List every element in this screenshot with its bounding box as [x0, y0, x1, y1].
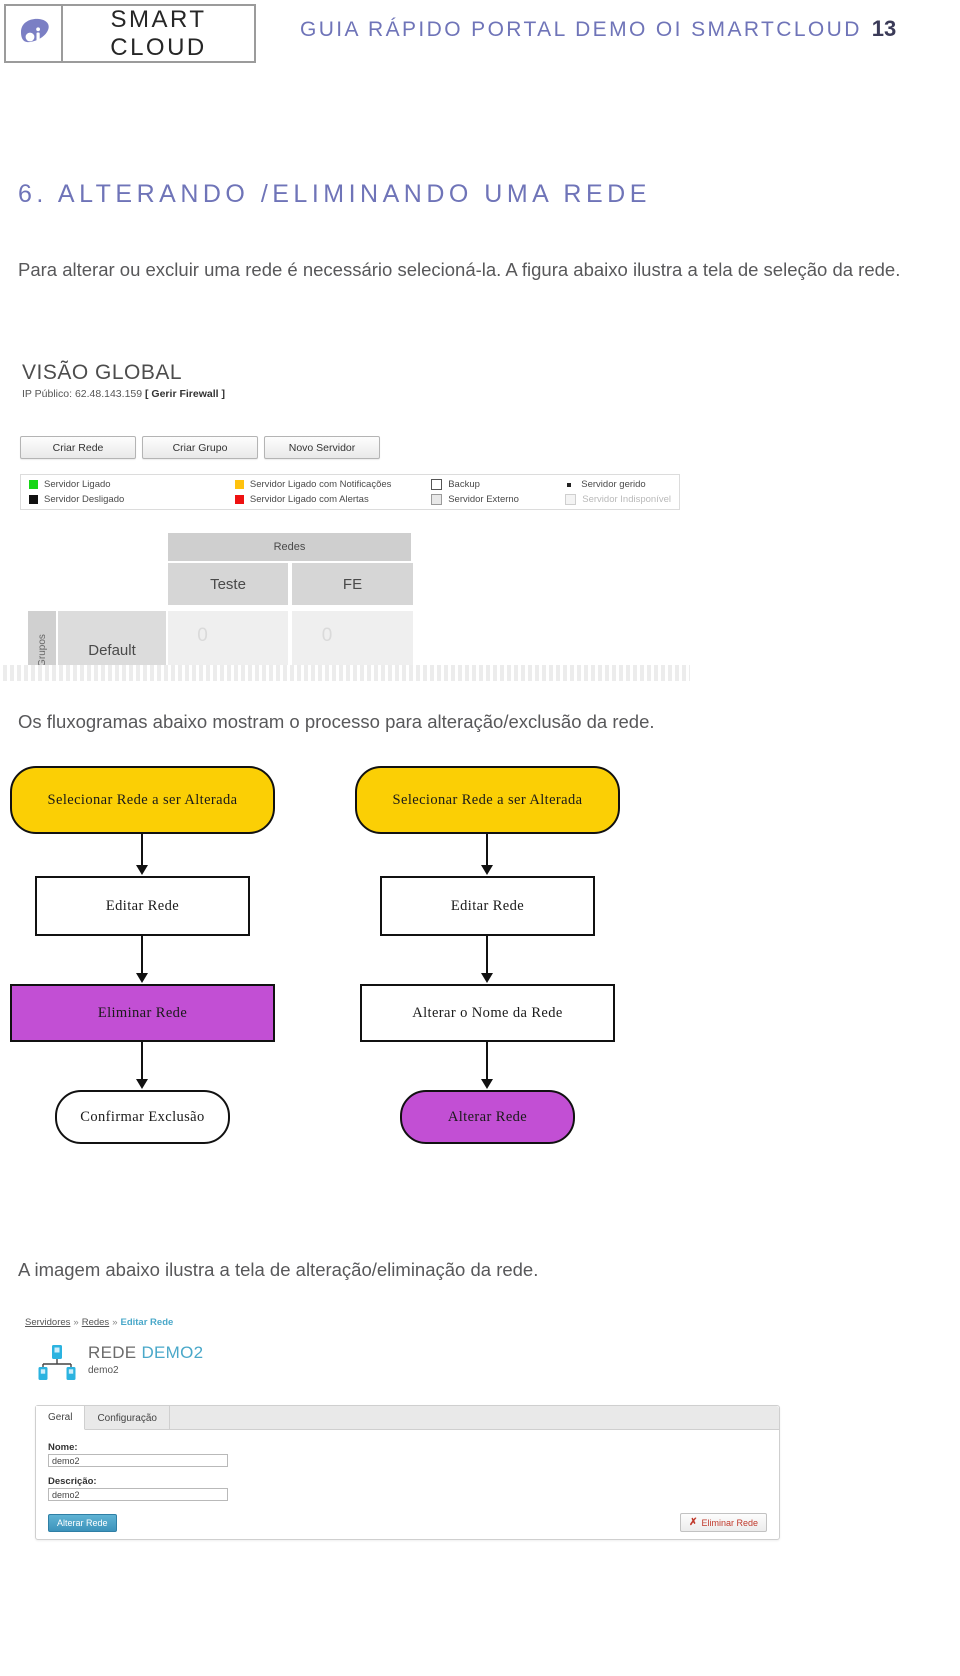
- header-title-text: GUIA RÁPIDO PORTAL DEMO OI SMARTCLOUD: [300, 18, 862, 41]
- edit-network-panel: Geral Configuração Nome: demo2 Descrição…: [35, 1405, 780, 1540]
- external-server-square-icon: [431, 494, 443, 505]
- status-swatch-black-icon: [29, 495, 38, 504]
- close-icon: ✗: [689, 1517, 698, 1528]
- cell-server-count: 0: [197, 625, 208, 646]
- novo-servidor-button[interactable]: Novo Servidor: [264, 436, 380, 459]
- breadcrumb: Servidores» Redes» Editar Rede: [25, 1317, 173, 1328]
- brand-logo: SMART CLOUD: [4, 4, 256, 63]
- legend-label: Servidor Ligado com Alertas: [249, 494, 369, 505]
- oi-blob-icon: [15, 15, 53, 53]
- breadcrumb-redes[interactable]: Redes: [82, 1317, 109, 1328]
- legend-label: Backup: [448, 479, 480, 490]
- overview-title: VISÃO GLOBAL: [22, 361, 183, 384]
- grid-network-column-fe[interactable]: FE: [292, 563, 413, 605]
- grid-networks-header: Redes: [168, 533, 413, 561]
- legend-item-alertas: Servidor Ligado com Alertas: [234, 494, 431, 505]
- legend-label: Servidor Ligado com Notificações: [249, 479, 392, 490]
- flow-node-selecionar-rede: Selecionar Rede a ser Alterada: [10, 766, 275, 834]
- legend-column-3: Backup Servidor Externo: [431, 479, 565, 505]
- public-ip-line: IP Público: 62.48.143.159 [ Gerir Firewa…: [22, 388, 225, 400]
- edit-screen-paragraph: A imagem abaixo ilustra a tela de altera…: [18, 1259, 539, 1280]
- nome-input[interactable]: demo2: [48, 1454, 228, 1467]
- legend-column-2: Servidor Ligado com Notificações Servido…: [234, 479, 431, 505]
- legend-item-servidor-desligado: Servidor Desligado: [29, 494, 235, 505]
- flow-arrow-1-icon: [136, 834, 148, 875]
- screenshot-bottom-fade: [0, 665, 690, 681]
- tab-geral[interactable]: Geral: [36, 1406, 86, 1430]
- page-header: SMART CLOUD GUIA RÁPIDO PORTAL DEMO OI S…: [0, 0, 960, 63]
- flow-node-alterar-rede: Alterar Rede: [400, 1090, 575, 1144]
- alterar-rede-button[interactable]: Alterar Rede: [48, 1514, 117, 1532]
- unavailable-square-icon: [565, 494, 577, 505]
- legend-item-servidor-indisponivel: Servidor Indisponível: [565, 494, 671, 505]
- legend-item-notificacoes: Servidor Ligado com Notificações: [234, 479, 431, 490]
- breadcrumb-separator: »: [73, 1317, 79, 1328]
- legend-item-backup: Backup: [431, 479, 565, 490]
- panel-tabbar: Geral Configuração: [36, 1406, 779, 1430]
- flow-arrow-2-icon: [481, 936, 493, 983]
- legend-column-4: Servidor gerido Servidor Indisponível: [565, 479, 671, 505]
- edit-network-screenshot: Servidores» Redes» Editar Rede REDE DEMO2 …: [0, 1305, 790, 1555]
- breadcrumb-separator: »: [112, 1317, 118, 1328]
- status-swatch-red-icon: [234, 495, 244, 504]
- intro-paragraph: Para alterar ou excluir uma rede é neces…: [18, 259, 901, 280]
- flow-arrow-3-icon: [481, 1042, 493, 1089]
- network-title-prefix: REDE: [88, 1343, 142, 1362]
- ip-value: 62.48.143.159: [74, 388, 143, 400]
- flow-arrow-2-icon: [136, 936, 148, 983]
- descricao-input[interactable]: demo2: [48, 1488, 228, 1501]
- flow-arrow-1-icon: [481, 834, 493, 875]
- overview-screenshot: VISÃO GLOBAL IP Público: 62.48.143.159 […: [0, 343, 690, 681]
- criar-grupo-button[interactable]: Criar Grupo: [142, 436, 258, 459]
- eliminar-rede-button[interactable]: ✗ Eliminar Rede: [680, 1513, 767, 1532]
- legend-label: Servidor gerido: [581, 479, 646, 490]
- managed-dot-icon: [567, 482, 572, 487]
- breadcrumb-servidores[interactable]: Servidores: [25, 1317, 70, 1328]
- legend-column-1: Servidor Ligado Servidor Desligado: [29, 479, 235, 505]
- flow-node-alterar-nome-rede: Alterar o Nome da Rede: [360, 984, 615, 1042]
- network-title: REDE DEMO2: [88, 1343, 203, 1363]
- section-title: 6. ALTERANDO /ELIMINANDO UMA REDE: [18, 180, 651, 208]
- nome-field-label: Nome:: [48, 1442, 78, 1453]
- breadcrumb-current: Editar Rede: [120, 1317, 174, 1328]
- oi-logo-cell: [6, 6, 63, 61]
- legend-label: Servidor Ligado: [44, 479, 111, 490]
- manage-firewall-link[interactable]: [ Gerir Firewall ]: [145, 388, 225, 400]
- flow-arrow-3-icon: [136, 1042, 148, 1089]
- network-title-name: DEMO2: [141, 1343, 204, 1362]
- status-swatch-green-icon: [29, 480, 38, 489]
- grid-groups-label: Grupos: [36, 633, 48, 667]
- flowchart-paragraph: Os fluxogramas abaixo mostram o processo…: [18, 711, 655, 732]
- criar-rede-button[interactable]: Criar Rede: [20, 436, 136, 459]
- legend-label: Servidor Desligado: [44, 494, 125, 505]
- logo-wordmark: SMART CLOUD: [110, 5, 207, 61]
- flow-node-eliminar-rede: Eliminar Rede: [10, 984, 275, 1042]
- eliminar-rede-label: Eliminar Rede: [701, 1517, 758, 1528]
- flow-node-selecionar-rede: Selecionar Rede a ser Alterada: [355, 766, 620, 834]
- page-number: 13: [871, 16, 897, 41]
- flow-node-editar-rede: Editar Rede: [380, 876, 595, 936]
- overview-action-buttons: Criar Rede Criar Grupo Novo Servidor: [20, 436, 380, 459]
- legend-item-servidor-externo: Servidor Externo: [431, 494, 565, 505]
- ip-label: IP Público:: [22, 388, 73, 400]
- network-icon: [35, 1343, 81, 1381]
- grid-network-column-teste[interactable]: Teste: [168, 563, 290, 605]
- backup-square-icon: [431, 479, 443, 490]
- descricao-field-label: Descrição:: [48, 1476, 97, 1487]
- legend-item-servidor-ligado: Servidor Ligado: [29, 479, 235, 490]
- legend-label: Servidor Indisponível: [582, 494, 671, 505]
- header-title: GUIA RÁPIDO PORTAL DEMO OI SMARTCLOUD 13: [300, 16, 896, 42]
- status-swatch-yellow-icon: [234, 480, 244, 489]
- legend-item-servidor-gerido: Servidor gerido: [565, 479, 671, 490]
- network-subtitle: demo2: [88, 1365, 119, 1376]
- cell-server-count: 0: [321, 625, 333, 646]
- legend-label: Servidor Externo: [448, 494, 519, 505]
- tab-configuracao[interactable]: Configuração: [85, 1406, 170, 1430]
- status-legend: Servidor Ligado Servidor Desligado Servi…: [20, 474, 680, 510]
- flow-node-confirmar-exclusao: Confirmar Exclusão: [55, 1090, 230, 1144]
- flow-node-editar-rede: Editar Rede: [35, 876, 250, 936]
